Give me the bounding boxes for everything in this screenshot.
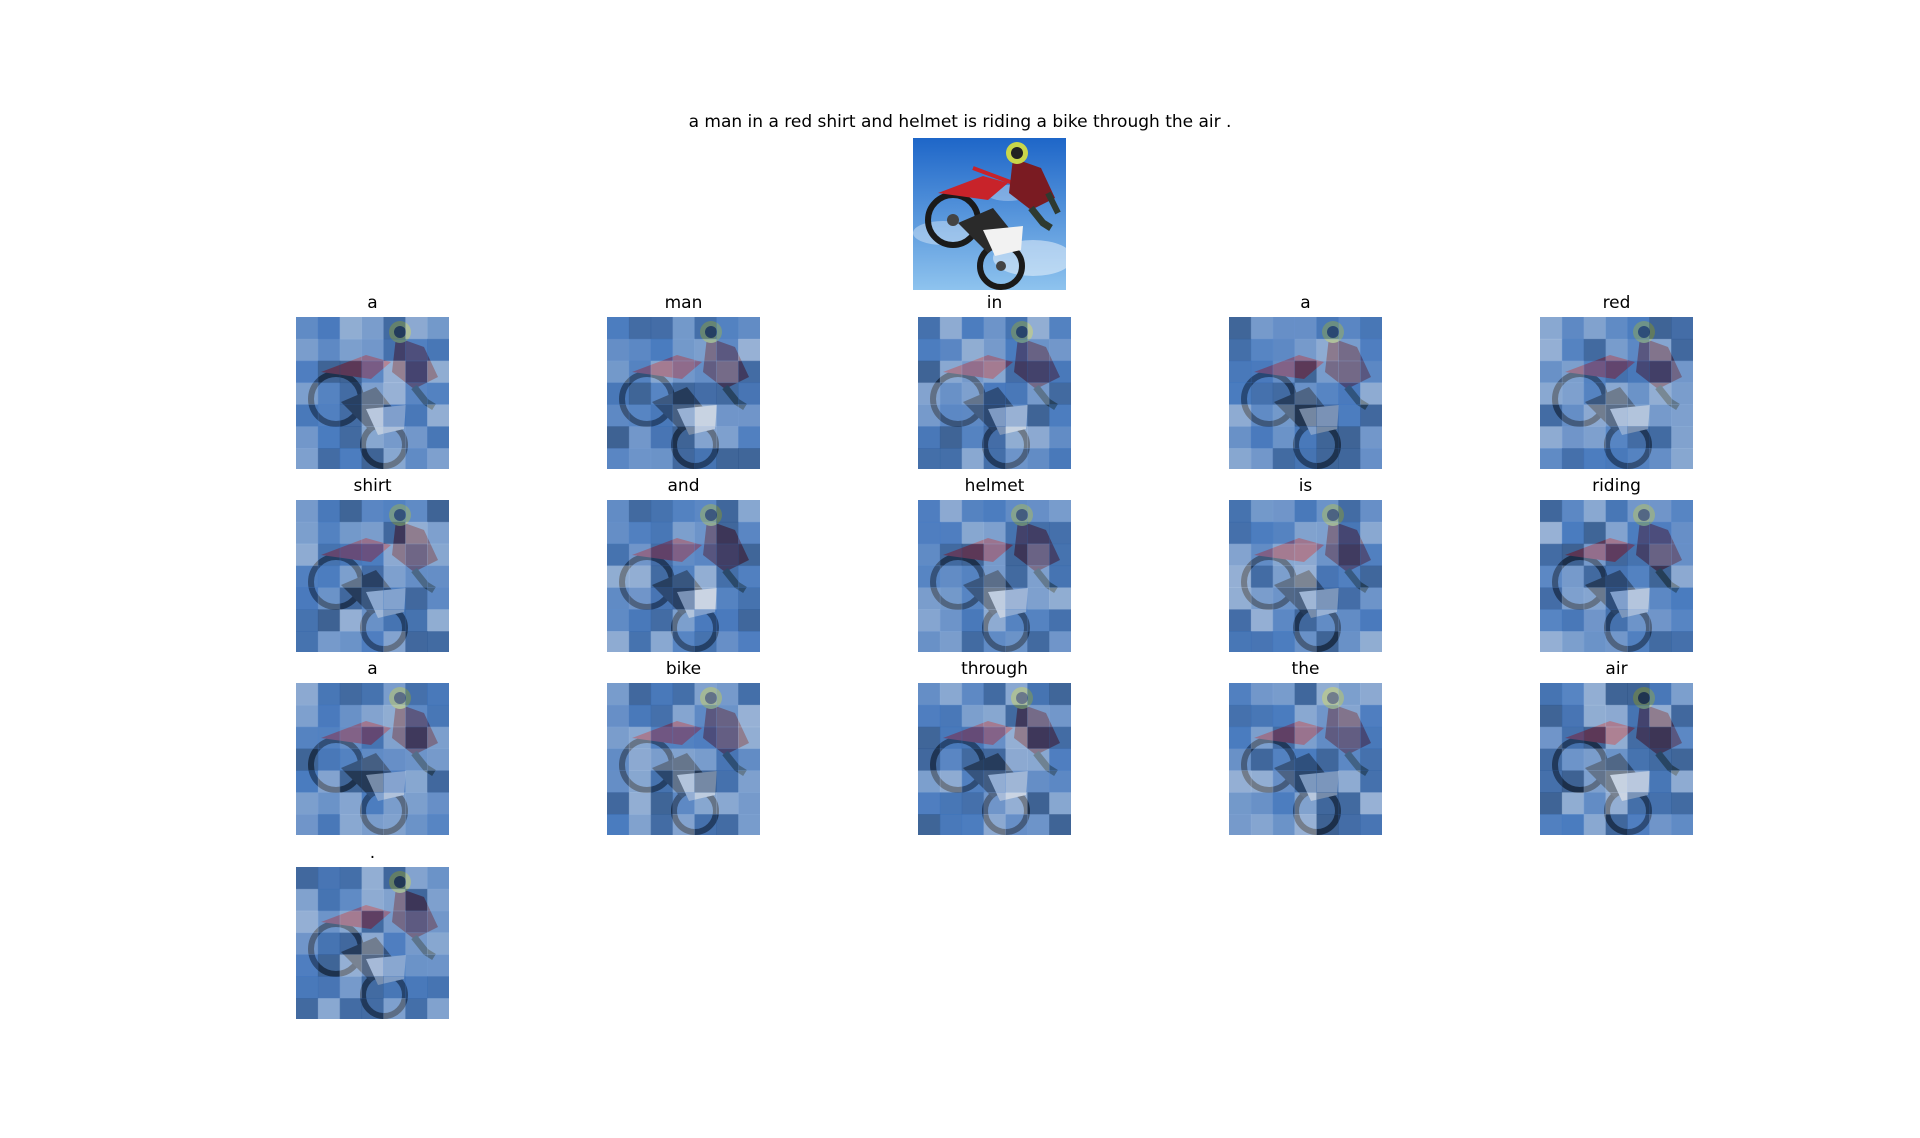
attention-overlay: [296, 500, 449, 652]
attention-overlay: [296, 683, 449, 835]
attention-overlay: [296, 317, 449, 469]
attention-word-label: a: [1300, 293, 1311, 313]
attention-map-image: [1229, 683, 1382, 835]
attention-word-label: bike: [665, 659, 702, 679]
attention-panel: a: [296, 292, 449, 469]
attention-map-image: [607, 317, 760, 469]
attention-panel: a: [1229, 292, 1382, 469]
attention-map-image: [607, 500, 760, 652]
attention-panel: through: [918, 658, 1071, 835]
attention-panel: red: [1540, 292, 1693, 469]
attention-overlay: [607, 317, 760, 469]
attention-panel: bike: [607, 658, 760, 835]
attention-overlay: [1540, 683, 1693, 835]
attention-panel: air: [1540, 658, 1693, 835]
attention-panel: the: [1229, 658, 1382, 835]
attention-panel: riding: [1540, 475, 1693, 652]
caption-title: a man in a red shirt and helmet is ridin…: [688, 112, 1232, 132]
attention-panel: man: [607, 292, 760, 469]
attention-word-label: man: [664, 293, 703, 313]
attention-word-label: a: [367, 659, 378, 679]
attention-overlay: [1229, 317, 1382, 469]
attention-overlay: [1229, 683, 1382, 835]
attention-word-label: air: [1605, 659, 1628, 679]
attention-panel: .: [296, 842, 449, 1019]
attention-word-label: the: [1291, 659, 1320, 679]
attention-map-image: [1540, 500, 1693, 652]
attention-overlay: [918, 317, 1071, 469]
attention-overlay: [607, 683, 760, 835]
attention-overlay: [918, 683, 1071, 835]
attention-panel: helmet: [918, 475, 1071, 652]
attention-word-label: in: [986, 293, 1003, 313]
attention-map-image: [1229, 500, 1382, 652]
motocross-rider-image: [913, 138, 1066, 290]
attention-map-image: [918, 317, 1071, 469]
attention-word-label: riding: [1592, 476, 1641, 496]
attention-map-image: [1229, 317, 1382, 469]
attention-map-image: [296, 317, 449, 469]
attention-word-label: .: [369, 843, 376, 863]
attention-overlay: [607, 500, 760, 652]
attention-map-image: [918, 500, 1071, 652]
attention-overlay: [296, 867, 449, 1019]
attention-map-image: [1540, 317, 1693, 469]
attention-word-label: and: [667, 476, 700, 496]
attention-panel: is: [1229, 475, 1382, 652]
attention-map-image: [1540, 683, 1693, 835]
attention-map-image: [296, 500, 449, 652]
attention-overlay: [1540, 317, 1693, 469]
attention-word-label: a: [367, 293, 378, 313]
original-image: [913, 138, 1066, 290]
attention-word-label: red: [1602, 293, 1631, 313]
attention-overlay: [1229, 500, 1382, 652]
attention-word-label: helmet: [964, 476, 1025, 496]
attention-overlay: [918, 500, 1071, 652]
attention-map-image: [918, 683, 1071, 835]
attention-overlay: [1540, 500, 1693, 652]
attention-panel: in: [918, 292, 1071, 469]
attention-panel: a: [296, 658, 449, 835]
attention-word-label: is: [1298, 476, 1313, 496]
attention-panel: and: [607, 475, 760, 652]
attention-panel: shirt: [296, 475, 449, 652]
attention-word-label: shirt: [353, 476, 392, 496]
attention-map-image: [296, 867, 449, 1019]
attention-map-image: [607, 683, 760, 835]
attention-word-label: through: [961, 659, 1028, 679]
attention-map-image: [296, 683, 449, 835]
